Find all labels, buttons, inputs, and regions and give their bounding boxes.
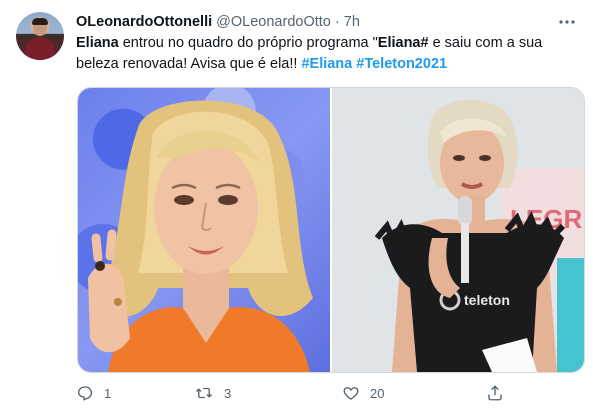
photo-left[interactable] bbox=[78, 88, 330, 372]
reply-icon bbox=[76, 384, 94, 402]
retweet-button[interactable]: 3 bbox=[194, 384, 231, 402]
like-button[interactable]: 20 bbox=[342, 384, 384, 402]
tweet-card[interactable]: OLeonardoOttonelli @OLeonardoOtto · 7h E… bbox=[0, 0, 593, 411]
hashtag-eliana[interactable]: #Eliana bbox=[301, 56, 352, 72]
separator-dot: · bbox=[334, 14, 340, 30]
user-handle[interactable]: @OLeonardoOtto bbox=[216, 14, 331, 30]
tweet-text-part1: entrou no quadro do próprio programa " bbox=[118, 35, 378, 51]
tweet-media: LEGRIA teleton bbox=[77, 87, 585, 373]
share-button[interactable] bbox=[486, 384, 504, 402]
photo-right-illustration: LEGRIA teleton bbox=[332, 88, 584, 372]
reply-button[interactable]: 1 bbox=[76, 384, 111, 402]
display-name[interactable]: OLeonardoOttonelli bbox=[76, 14, 212, 30]
shirt-text: teleton bbox=[464, 292, 510, 308]
mention-name-bold: Eliana bbox=[76, 35, 119, 51]
tweet-text: Eliana entrou no quadro do próprio progr… bbox=[76, 33, 576, 75]
photo-right[interactable]: LEGRIA teleton bbox=[332, 88, 584, 372]
share-icon bbox=[486, 384, 504, 402]
photo-left-illustration bbox=[88, 100, 313, 372]
program-name-bold: Eliana# bbox=[377, 35, 429, 51]
more-icon[interactable] bbox=[557, 12, 577, 32]
avatar[interactable] bbox=[16, 12, 64, 60]
tweet-timestamp[interactable]: 7h bbox=[344, 14, 360, 30]
avatar-shirt bbox=[26, 38, 54, 60]
tweet-actions: 1 3 20 bbox=[76, 384, 576, 404]
reply-count: 1 bbox=[104, 385, 112, 401]
hashtag-teleton2021[interactable]: #Teleton2021 bbox=[356, 56, 447, 72]
tweet-header: OLeonardoOttonelli @OLeonardoOtto · 7h bbox=[76, 12, 360, 32]
like-count: 20 bbox=[370, 385, 385, 401]
avatar-hair bbox=[32, 18, 48, 25]
retweet-icon bbox=[194, 384, 214, 402]
retweet-count: 3 bbox=[224, 385, 232, 401]
like-icon bbox=[342, 384, 360, 402]
